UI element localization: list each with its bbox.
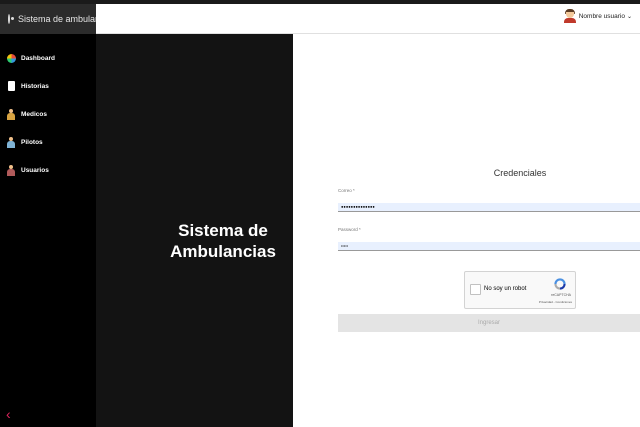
user-menu[interactable]: Nombre usuario ⌄ — [563, 9, 632, 23]
sidebar-item-usuarios[interactable]: Usuarios — [0, 156, 96, 184]
sidebar-item-dashboard[interactable]: Dashboard — [0, 44, 96, 72]
dashboard-icon — [6, 52, 16, 64]
collapse-sidebar-icon[interactable]: ‹ — [6, 407, 11, 421]
sidebar-item-label: Usuarios — [21, 166, 49, 174]
document-icon — [6, 80, 16, 92]
avatar — [563, 9, 576, 23]
password-label: Password * — [338, 227, 361, 232]
sidebar-item-label: Historias — [21, 82, 49, 90]
form-title: Credenciales — [493, 168, 547, 178]
chevron-down-icon: ⌄ — [626, 13, 632, 20]
sidebar-item-medicos[interactable]: Medicos — [0, 100, 96, 128]
sidebar-item-label: Medicos — [21, 110, 48, 118]
top-header: Nombre usuario ⌄ — [96, 4, 640, 34]
recaptcha-brand: reCAPTCHA — [551, 293, 571, 297]
recaptcha-logo-icon — [554, 278, 566, 290]
sidebar-item-historias[interactable]: Historias — [0, 72, 96, 100]
sidebar-item-pilotos[interactable]: Pilotos — [0, 128, 96, 156]
sidebar: Sistema de ambulancia Dashboard Historia… — [0, 4, 112, 427]
submit-button[interactable]: Ingresar — [338, 314, 640, 332]
sidebar-item-label: Dashboard — [21, 54, 55, 62]
recaptcha-checkbox[interactable] — [470, 284, 481, 295]
user-icon — [6, 164, 16, 176]
sidebar-brand[interactable]: Sistema de ambulancia — [0, 4, 112, 34]
password-field-group: Password * — [338, 227, 640, 252]
sidebar-nav: Dashboard Historias Medicos Pilotos Usua… — [0, 44, 96, 184]
pilot-icon — [6, 136, 16, 148]
recaptcha-links[interactable]: Privacidad - Condiciones — [539, 300, 572, 304]
email-field-group: Correo * — [338, 188, 640, 213]
recaptcha-label: No soy un robot — [484, 286, 527, 292]
app-logo-icon — [8, 14, 14, 24]
user-name: Nombre usuario — [578, 12, 625, 20]
recaptcha-widget: No soy un robot reCAPTCHA Privacidad - C… — [464, 271, 576, 309]
email-label: Correo * — [338, 188, 355, 193]
password-field[interactable] — [338, 241, 640, 251]
login-panel: Credenciales Correo * Password * No soy … — [293, 34, 640, 427]
email-field[interactable] — [338, 202, 640, 212]
doctor-icon — [6, 108, 16, 120]
hero-panel: Sistema de Ambulancias — [96, 34, 293, 427]
sidebar-item-label: Pilotos — [21, 138, 43, 146]
